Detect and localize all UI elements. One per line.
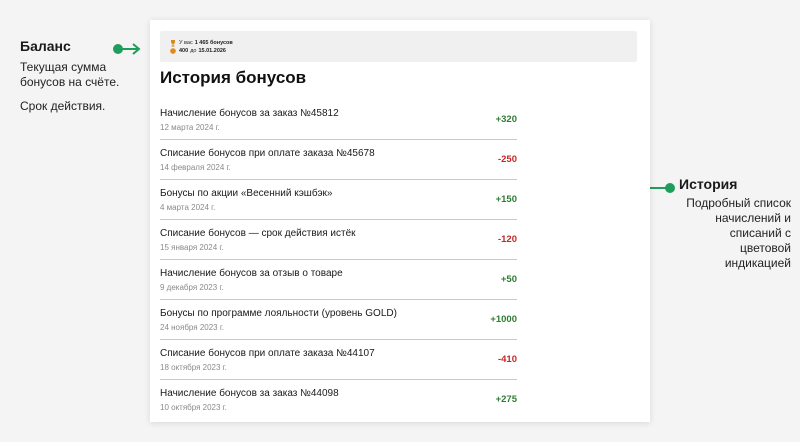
history-row: Начисление бонусов за заказ №45812 12 мар… bbox=[160, 100, 517, 140]
history-row-date: 4 марта 2024 г. bbox=[160, 203, 216, 212]
history-row-date: 24 ноября 2023 г. bbox=[160, 323, 224, 332]
balance-bar: У вас 1 465 бонусов 400 до 15.01.2026 bbox=[160, 31, 637, 62]
balance-amount: 1 465 бонусов bbox=[194, 40, 233, 46]
history-annotation-title: История bbox=[679, 176, 738, 192]
balance-arrow-icon bbox=[113, 43, 141, 55]
history-annotation: История Подробный список начислений и сп… bbox=[679, 176, 791, 271]
history-row-amount: +1000 bbox=[490, 314, 517, 325]
history-row-title: Списание бонусов при оплате заказа №4410… bbox=[160, 348, 375, 359]
expiry-line: 400 до 15.01.2026 bbox=[169, 47, 637, 55]
history-row-title: Начисление бонусов за заказ №45812 bbox=[160, 108, 339, 119]
history-row-date: 12 марта 2024 г. bbox=[160, 123, 220, 132]
history-list: Начисление бонусов за заказ №45812 12 мар… bbox=[160, 100, 517, 420]
history-row-amount: +150 bbox=[495, 194, 517, 205]
history-row-date: 9 декабря 2023 г. bbox=[160, 283, 224, 292]
clock-icon bbox=[169, 48, 176, 55]
history-row-amount: -120 bbox=[497, 234, 517, 245]
history-row-date: 14 февраля 2024 г. bbox=[160, 163, 231, 172]
history-row: Списание бонусов — срок действия истёк 15… bbox=[160, 220, 517, 260]
history-row: Начисление бонусов за отзыв о товаре 9 де… bbox=[160, 260, 517, 300]
page-title: История бонусов bbox=[160, 68, 307, 87]
history-row: Списание бонусов при оплате заказа №4567… bbox=[160, 140, 517, 180]
history-row-amount: -250 bbox=[497, 154, 517, 165]
history-row-title: Бонусы по программе лояльности (уровень … bbox=[160, 308, 397, 319]
expiry-date: 15.01.2026 bbox=[198, 48, 226, 54]
history-row: Начисление бонусов за заказ №44098 10 окт… bbox=[160, 380, 517, 420]
balance-line: У вас 1 465 бонусов bbox=[169, 39, 637, 47]
history-row-title: Бонусы по акции «Весенний кэшбэк» bbox=[160, 188, 333, 199]
history-row-title: Начисление бонусов за заказ №44098 bbox=[160, 388, 339, 399]
history-row-date: 10 октября 2023 г. bbox=[160, 403, 227, 412]
history-row-title: Списание бонусов — срок действия истёк bbox=[160, 228, 356, 239]
expiring-amount: 400 bbox=[179, 48, 189, 54]
history-row: Бонусы по акции «Весенний кэшбэк» 4 марта… bbox=[160, 180, 517, 220]
balance-annotation-text: Текущая сумма бонусов на счёте. bbox=[20, 60, 120, 89]
history-row-title: Начисление бонусов за отзыв о товаре bbox=[160, 268, 343, 279]
balance-prefix: У вас bbox=[179, 40, 193, 46]
history-row-date: 15 января 2024 г. bbox=[160, 243, 224, 252]
history-annotation-text: Подробный список начислений и списаний с… bbox=[686, 196, 791, 270]
history-row-title: Списание бонусов при оплате заказа №4567… bbox=[160, 148, 375, 159]
history-row-amount: +50 bbox=[500, 274, 517, 285]
history-row: Бонусы по программе лояльности (уровень … bbox=[160, 300, 517, 340]
trophy-icon bbox=[169, 39, 176, 47]
expiry-until: до bbox=[190, 48, 197, 54]
history-row-amount: +275 bbox=[495, 394, 517, 405]
balance-annotation-validity: Срок действия. bbox=[20, 99, 106, 113]
history-row-amount: -410 bbox=[497, 354, 517, 365]
history-row: Списание бонусов при оплате заказа №4410… bbox=[160, 340, 517, 380]
stage: Баланс Текущая сумма бонусов на счёте. С… bbox=[0, 0, 800, 442]
history-row-amount: +320 bbox=[495, 114, 517, 125]
bonus-history-panel: У вас 1 465 бонусов 400 до 15.01.2026 Ис… bbox=[150, 20, 650, 422]
history-row-date: 18 октября 2023 г. bbox=[160, 363, 227, 372]
